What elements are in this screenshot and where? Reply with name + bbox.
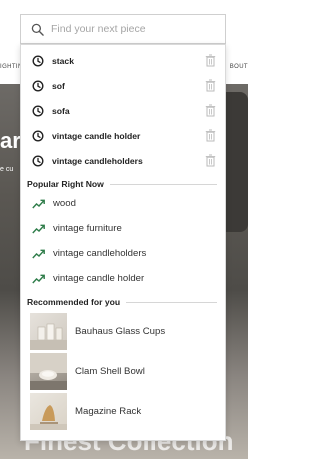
clock-icon [32,104,44,117]
popular-section-heading: Popular Right Now [21,177,225,191]
popular-search-label: wood [53,198,76,209]
popular-search-item[interactable]: vintage furniture [21,216,225,241]
popular-heading-label: Popular Right Now [27,179,104,189]
popular-search-label: vintage candle holder [53,273,145,284]
trash-icon[interactable] [205,154,216,167]
recommended-product-item[interactable]: Magazine Rack [21,391,225,431]
recent-search-label: stack [52,55,74,66]
trash-icon[interactable] [205,79,216,92]
recommended-heading-label: Recommended for you [27,297,121,307]
recent-search-item[interactable]: sof [21,73,225,98]
recommended-product-item[interactable]: Bauhaus Glass Cups [21,311,225,351]
recent-search-label: sof [52,80,65,91]
trending-up-icon [32,199,45,208]
product-thumbnail [30,312,67,350]
trending-up-icon [32,224,45,233]
trash-icon[interactable] [205,54,216,67]
search-bar[interactable] [20,14,226,44]
clock-icon [32,54,44,67]
product-name: Bauhaus Glass Cups [75,325,166,337]
search-icon [31,23,44,36]
nav-link-about[interactable]: BOUT [230,64,248,70]
product-thumbnail [30,352,67,390]
popular-search-item[interactable]: vintage candleholders [21,241,225,266]
recent-search-label: sofa [52,105,70,116]
section-divider [126,301,217,303]
shell-bowl-image [30,352,67,390]
popular-search-item[interactable]: wood [21,191,225,216]
product-name: Clam Shell Bowl [75,365,145,377]
popular-search-label: vintage candleholders [53,248,147,259]
trending-up-icon [32,249,45,258]
recommended-section-heading: Recommended for you [21,295,225,309]
clock-icon [32,154,44,167]
recent-search-label: vintage candleholders [52,155,143,166]
trash-icon[interactable] [205,104,216,117]
product-thumbnail [30,392,67,430]
clock-icon [32,79,44,92]
product-name: Magazine Rack [75,405,142,417]
search-suggestions-dropdown: stack sof sofa vintage candle holder vin… [20,44,226,441]
recent-search-item[interactable]: vintage candle holder [21,123,225,148]
clock-icon [32,129,44,142]
hero-title: ar [0,128,21,153]
hero-subtitle: e cu [0,166,14,173]
popular-search-label: vintage furniture [53,223,122,234]
glass-cups-image [30,323,67,350]
popular-search-item[interactable]: vintage candle holder [21,266,225,291]
section-divider [109,183,217,185]
recent-search-label: vintage candle holder [52,130,141,141]
recent-search-item[interactable]: stack [21,48,225,73]
search-input[interactable] [51,23,221,35]
magazine-rack-image [30,404,67,430]
trending-up-icon [32,274,45,283]
recent-search-item[interactable]: sofa [21,98,225,123]
recommended-product-item[interactable]: Clam Shell Bowl [21,351,225,391]
recent-search-item[interactable]: vintage candleholders [21,148,225,173]
trash-icon[interactable] [205,129,216,142]
